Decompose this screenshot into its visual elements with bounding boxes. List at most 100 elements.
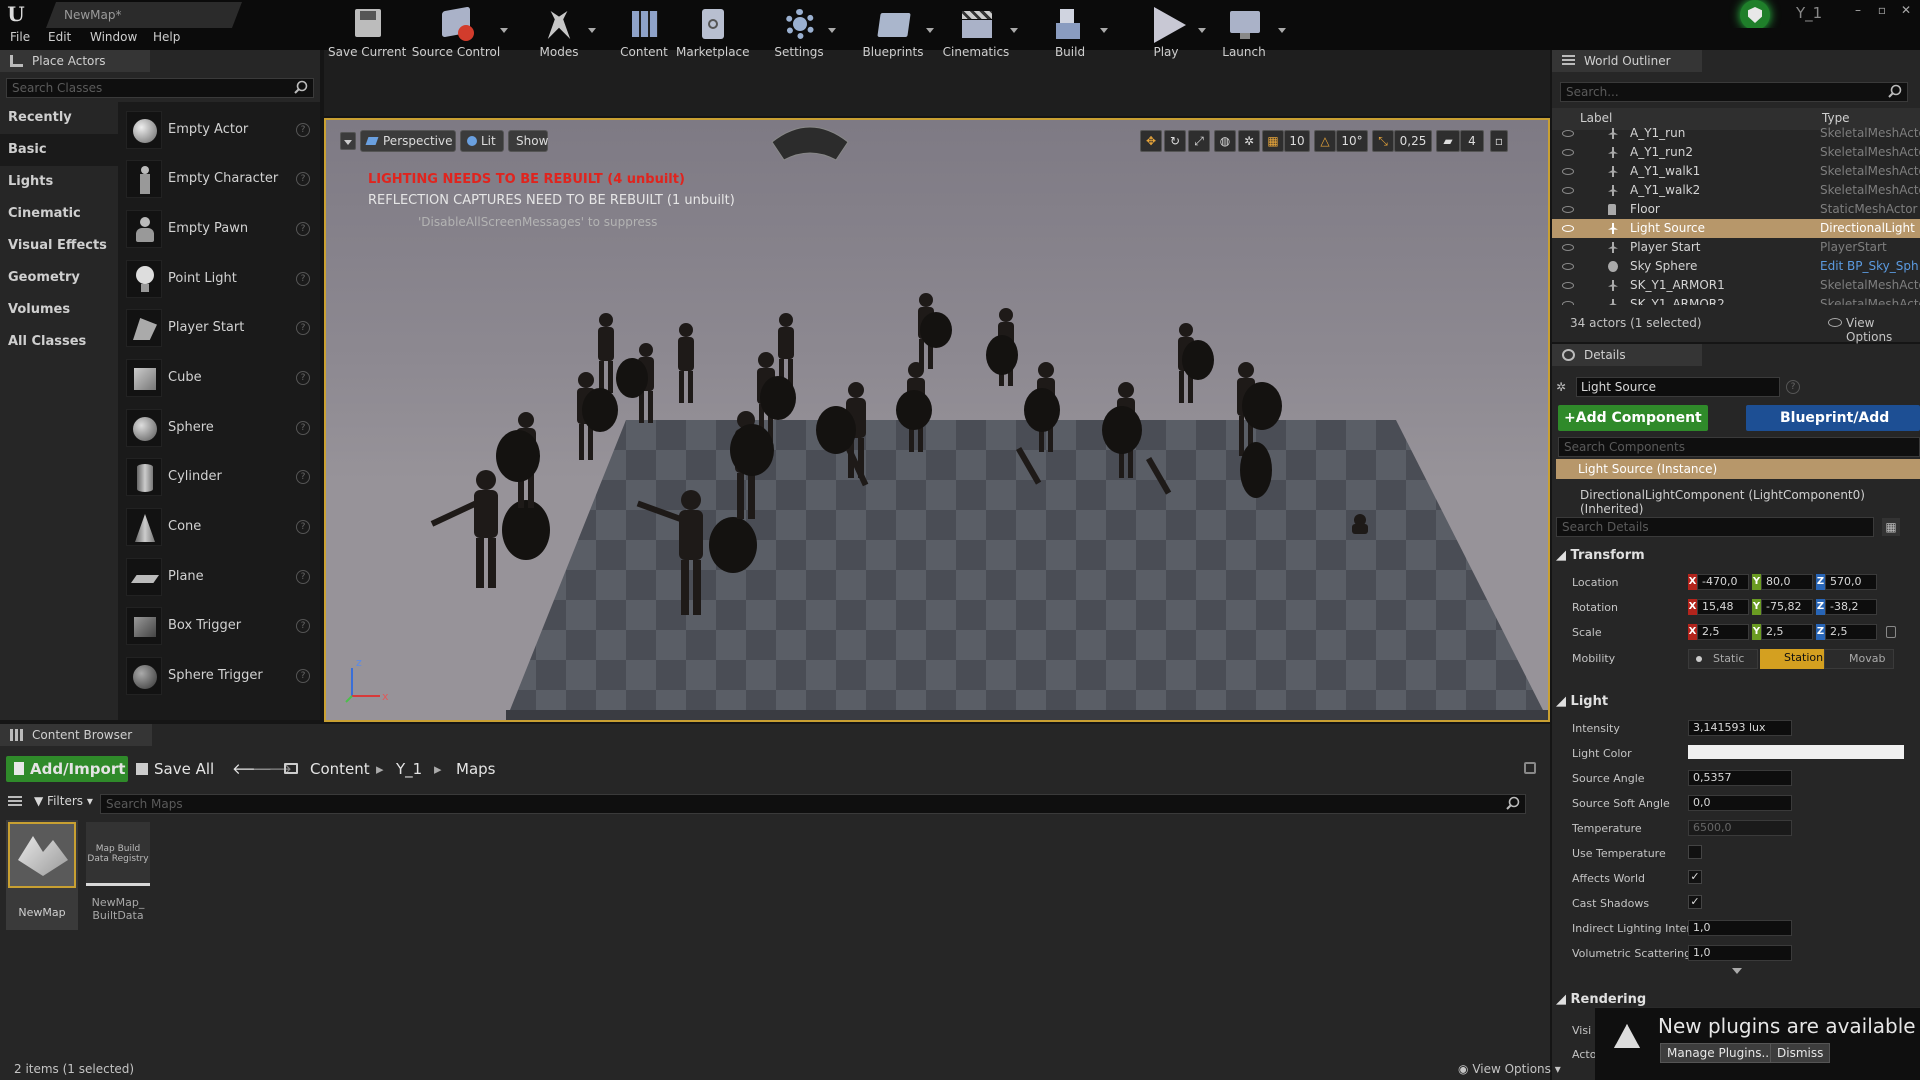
location-z-field[interactable]: 570,0 xyxy=(1825,574,1877,590)
viewport-options-button[interactable] xyxy=(340,132,356,150)
actor-sphere-trigger[interactable]: Sphere Trigger? xyxy=(122,652,318,700)
save-current-button[interactable]: Save Current xyxy=(328,0,406,66)
affects-world-checkbox[interactable]: ✓ xyxy=(1688,870,1702,884)
eye-icon[interactable] xyxy=(1562,263,1574,270)
perspective-button[interactable]: Perspective xyxy=(360,130,456,152)
help-icon[interactable]: ? xyxy=(296,272,310,286)
category-visual-effects[interactable]: Visual Effects xyxy=(0,230,118,262)
eye-icon[interactable] xyxy=(1562,244,1574,251)
rotation-x-field[interactable]: 15,48 xyxy=(1697,599,1749,615)
surface-snap-button[interactable]: ✲ xyxy=(1238,130,1260,152)
settings-button[interactable]: Settings xyxy=(768,0,836,66)
rotate-tool-button[interactable]: ↻ xyxy=(1164,130,1186,152)
actor-cone[interactable]: Cone? xyxy=(122,503,318,551)
scale-snap-toggle[interactable]: ⤡ xyxy=(1372,130,1394,152)
menu-window[interactable]: Window xyxy=(90,30,137,44)
rotation-snap-value[interactable]: 10° xyxy=(1336,130,1368,152)
indirect-lighting-field[interactable]: 1,0 xyxy=(1688,920,1792,936)
content-view-options[interactable]: ◉ View Options ▾ xyxy=(1458,1062,1561,1076)
actor-empty-pawn[interactable]: Empty Pawn? xyxy=(122,205,318,253)
actor-point-light[interactable]: Point Light? xyxy=(122,255,318,303)
category-cinematic[interactable]: Cinematic xyxy=(0,198,118,230)
maximize-button[interactable]: ▫ xyxy=(1872,2,1892,18)
component-instance-row[interactable]: Light Source (Instance) xyxy=(1556,459,1920,479)
category-basic[interactable]: Basic xyxy=(0,134,118,166)
breadcrumb-maps[interactable]: Maps xyxy=(456,756,495,782)
actor-name-field[interactable]: Light Source xyxy=(1576,377,1780,397)
save-all-button[interactable]: Save All xyxy=(136,756,214,782)
outliner-row[interactable]: A_Y1_walk1 SkeletalMeshActo xyxy=(1552,162,1920,181)
world-outliner-tab[interactable]: World Outliner xyxy=(1552,50,1702,72)
details-tab[interactable]: Details xyxy=(1552,344,1702,366)
actor-empty-character[interactable]: Empty Character? xyxy=(122,155,318,203)
show-button[interactable]: Show xyxy=(508,130,548,152)
use-temperature-checkbox[interactable] xyxy=(1688,845,1702,859)
light-color-swatch[interactable] xyxy=(1688,745,1904,759)
add-import-button[interactable]: Add/Import xyxy=(6,756,128,782)
lit-button[interactable]: Lit xyxy=(460,130,504,152)
launch-button[interactable]: Launch xyxy=(1214,0,1286,66)
level-viewport[interactable]: Perspective Lit Show LIGHTING NEEDS TO B… xyxy=(324,118,1550,722)
build-button[interactable]: Build xyxy=(1040,0,1108,66)
eye-icon[interactable] xyxy=(1562,130,1574,137)
outliner-row[interactable]: SK_Y1_ARMOR1 SkeletalMeshActo xyxy=(1552,276,1920,295)
category-all-classes[interactable]: All Classes xyxy=(0,326,118,358)
eye-icon[interactable] xyxy=(1562,187,1574,194)
outliner-row[interactable]: A_Y1_walk2 SkeletalMeshActo xyxy=(1552,181,1920,200)
document-tab[interactable]: NewMap* xyxy=(46,2,242,28)
scale-y-field[interactable]: 2,5 xyxy=(1761,624,1813,640)
breadcrumb-content[interactable]: Content xyxy=(310,756,370,782)
maximize-viewport-button[interactable]: ▫ xyxy=(1490,130,1508,152)
close-button[interactable]: ✕ xyxy=(1896,2,1916,18)
eye-icon[interactable] xyxy=(1562,225,1574,232)
outliner-row[interactable]: Sky Sphere Edit BP_Sky_Sph xyxy=(1552,257,1920,276)
temperature-field[interactable]: 6500,0 xyxy=(1688,820,1792,836)
category-lights[interactable]: Lights xyxy=(0,166,118,198)
lock-icon[interactable] xyxy=(1886,626,1896,638)
world-space-button[interactable]: ◍ xyxy=(1214,130,1236,152)
source-soft-angle-field[interactable]: 0,0 xyxy=(1688,795,1792,811)
help-icon[interactable]: ? xyxy=(296,669,310,683)
outliner-row[interactable]: Player Start PlayerStart xyxy=(1552,238,1920,257)
eye-icon[interactable] xyxy=(1562,206,1574,213)
sources-toggle-icon[interactable] xyxy=(8,796,22,808)
source-angle-field[interactable]: 0,5357 xyxy=(1688,770,1792,786)
category-recently-placed[interactable]: Recently Placed xyxy=(0,102,118,157)
minimize-button[interactable]: – xyxy=(1848,2,1868,18)
place-actors-tab[interactable]: Place Actors xyxy=(0,50,150,72)
edit-blueprint-link[interactable]: Edit BP_Sky_Sph xyxy=(1820,257,1920,276)
actor-cube[interactable]: Cube? xyxy=(122,354,318,402)
rotation-z-field[interactable]: -38,2 xyxy=(1825,599,1877,615)
add-component-button[interactable]: +Add Component xyxy=(1558,405,1708,431)
mobility-movable-button[interactable]: Movab xyxy=(1824,649,1894,669)
actor-plane[interactable]: Plane? xyxy=(122,553,318,601)
outliner-view-options[interactable]: View Options xyxy=(1846,316,1920,344)
filters-button[interactable]: ▼ Filters ▾ xyxy=(34,794,93,808)
expand-advanced-icon[interactable] xyxy=(1732,968,1742,974)
dismiss-button[interactable]: Dismiss xyxy=(1770,1043,1831,1063)
menu-help[interactable]: Help xyxy=(153,30,180,44)
content-button[interactable]: Content xyxy=(614,0,674,66)
category-geometry[interactable]: Geometry xyxy=(0,262,118,294)
manage-plugins-button[interactable]: Manage Plugins... xyxy=(1660,1043,1780,1063)
help-icon[interactable]: ? xyxy=(296,123,310,137)
help-icon[interactable]: ? xyxy=(296,321,310,335)
outliner-row-selected[interactable]: Light Source DirectionalLight xyxy=(1552,219,1920,238)
search-components-input[interactable]: Search Components xyxy=(1558,437,1920,457)
help-icon[interactable]: ? xyxy=(296,470,310,484)
volumetric-scattering-field[interactable]: 1,0 xyxy=(1688,945,1792,961)
scale-x-field[interactable]: 2,5 xyxy=(1697,624,1749,640)
actor-cylinder[interactable]: Cylinder? xyxy=(122,453,318,501)
help-icon[interactable]: ? xyxy=(296,570,310,584)
breadcrumb-y1[interactable]: Y_1 xyxy=(396,756,422,782)
category-volumes[interactable]: Volumes xyxy=(0,294,118,326)
directional-light-component-row[interactable]: DirectionalLightComponent (LightComponen… xyxy=(1580,488,1920,516)
help-icon[interactable]: ? xyxy=(296,520,310,534)
transform-section-header[interactable]: ◢ Transform xyxy=(1556,548,1645,563)
marketplace-button[interactable]: Marketplace xyxy=(676,0,750,66)
scale-tool-button[interactable]: ⤢ xyxy=(1188,130,1210,152)
asset-newmap[interactable]: NewMap xyxy=(6,820,78,930)
blueprints-button[interactable]: Blueprints xyxy=(858,0,934,66)
help-icon[interactable]: ? xyxy=(296,371,310,385)
asset-newmap-builtdata[interactable]: Map Build Data Registry NewMap_ BuiltDat… xyxy=(82,820,154,930)
